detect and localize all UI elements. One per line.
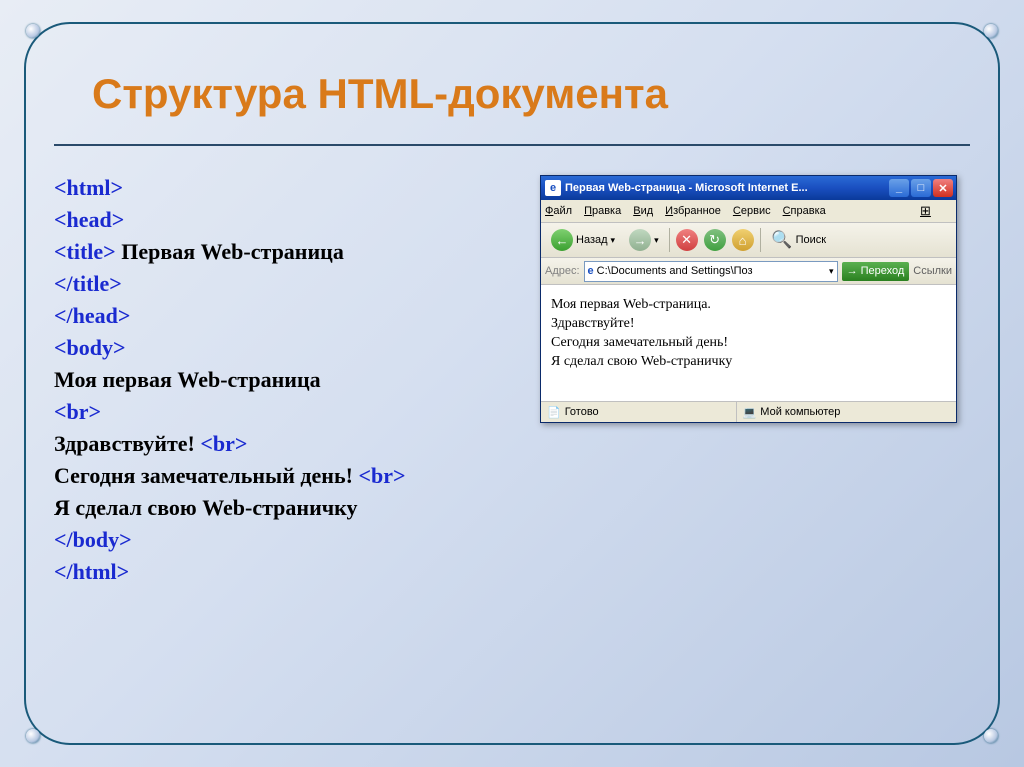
code-tag: </body> — [54, 527, 132, 552]
search-label: Поиск — [796, 234, 826, 246]
code-tag: </html> — [54, 559, 129, 584]
titlebar[interactable]: e Первая Web-страница - Microsoft Intern… — [541, 176, 956, 200]
code-tag: <br> — [358, 463, 405, 488]
address-label: Адрес: — [545, 265, 580, 277]
stop-button[interactable]: ✕ — [676, 229, 698, 251]
back-label: Назад — [576, 234, 608, 246]
status-bar: 📄 Готово 💻 Мой компьютер — [541, 401, 956, 422]
content-line: Сегодня замечательный день! — [551, 333, 946, 352]
menu-favorites[interactable]: Избранное — [665, 205, 721, 217]
menu-edit[interactable]: Правка — [584, 205, 621, 217]
page-content: Моя первая Web-страница. Здравствуйте! С… — [541, 285, 956, 401]
code-tag: <br> — [54, 399, 101, 424]
back-button[interactable]: ← Назад ▾ — [547, 227, 619, 253]
code-tag: </title> — [54, 271, 122, 296]
address-input[interactable]: e C:\Documents and Settings\Поз ▾ — [584, 261, 838, 282]
dropdown-icon: ▾ — [654, 235, 659, 246]
code-tag: </head> — [54, 303, 130, 328]
forward-arrow-icon: → — [629, 229, 651, 251]
ie-page-icon: e — [588, 265, 594, 277]
code-tag: <br> — [200, 431, 247, 456]
menu-help[interactable]: Справка — [783, 205, 826, 217]
search-icon: 🔍 — [771, 229, 793, 251]
slide-title: Структура HTML-документа — [92, 70, 668, 118]
code-tag: <title> — [54, 239, 116, 264]
links-label[interactable]: Ссылки — [913, 265, 952, 277]
browser-window: e Первая Web-страница - Microsoft Intern… — [540, 175, 957, 423]
maximize-button[interactable]: □ — [911, 179, 931, 197]
code-text: Первая Web-страница — [116, 239, 344, 264]
title-underline — [54, 144, 970, 146]
content-line: Здравствуйте! — [551, 314, 946, 333]
separator — [760, 228, 761, 252]
status-ready: Готово — [565, 406, 599, 418]
menu-file[interactable]: Файл — [545, 205, 572, 217]
computer-icon: 💻 — [743, 406, 757, 419]
forward-button[interactable]: → ▾ — [625, 227, 663, 253]
dropdown-icon[interactable]: ▾ — [829, 266, 834, 277]
code-text: Моя первая Web-страница — [54, 367, 321, 392]
code-text: Я сделал свою Web-страничку — [54, 495, 358, 520]
separator — [669, 228, 670, 252]
html-code-block: <html> <head> <title> Первая Web-страниц… — [54, 172, 406, 588]
close-button[interactable]: ✕ — [933, 179, 953, 197]
go-label: Переход — [861, 265, 905, 277]
corner-dot-icon — [984, 729, 998, 743]
code-text: Сегодня замечательный день! — [54, 463, 358, 488]
code-tag: <head> — [54, 207, 124, 232]
code-tag: <html> — [54, 175, 123, 200]
corner-dot-icon — [984, 24, 998, 38]
code-text: Здравствуйте! — [54, 431, 200, 456]
address-value: C:\Documents and Settings\Поз — [597, 265, 753, 277]
dropdown-icon: ▾ — [611, 235, 616, 246]
toolbar: ← Назад ▾ → ▾ ✕ ↻ ⌂ 🔍 Поиск — [541, 223, 956, 258]
corner-dot-icon — [26, 24, 40, 38]
code-tag: <body> — [54, 335, 126, 360]
windows-flag-icon: ⊞ — [920, 203, 940, 219]
menubar: Файл Правка Вид Избранное Сервис Справка… — [541, 200, 956, 223]
page-icon: 📄 — [547, 406, 561, 419]
home-button[interactable]: ⌂ — [732, 229, 754, 251]
ie-icon: e — [545, 180, 561, 196]
search-button[interactable]: 🔍 Поиск — [767, 227, 830, 253]
corner-dot-icon — [26, 729, 40, 743]
go-button[interactable]: → Переход — [842, 262, 910, 281]
slide: Структура HTML-документа <html> <head> <… — [0, 0, 1024, 767]
content-line: Я сделал свою Web-страничку — [551, 352, 946, 371]
menu-view[interactable]: Вид — [633, 205, 653, 217]
window-title: Первая Web-страница - Microsoft Internet… — [565, 182, 889, 194]
status-zone: Мой компьютер — [760, 406, 840, 418]
content-line: Моя первая Web-страница. — [551, 295, 946, 314]
minimize-button[interactable]: _ — [889, 179, 909, 197]
go-arrow-icon: → — [847, 265, 858, 277]
refresh-button[interactable]: ↻ — [704, 229, 726, 251]
menu-tools[interactable]: Сервис — [733, 205, 771, 217]
back-arrow-icon: ← — [551, 229, 573, 251]
address-bar: Адрес: e C:\Documents and Settings\Поз ▾… — [541, 258, 956, 285]
